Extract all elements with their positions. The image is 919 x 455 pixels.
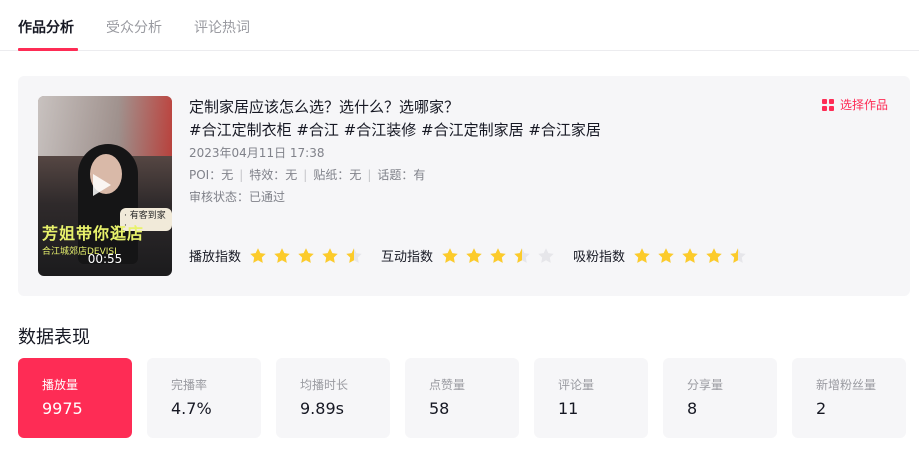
select-work-button[interactable]: 选择作品 — [821, 96, 888, 113]
tab-work-analysis[interactable]: 作品分析 — [18, 17, 74, 37]
star-full-icon — [658, 247, 674, 263]
metric-label: 评论量 — [558, 378, 595, 392]
metric-card-avg-duration[interactable]: 均播时长 9.89s — [276, 358, 390, 438]
metric-value: 11 — [558, 399, 579, 418]
metric-value: 58 — [429, 399, 450, 418]
metric-value: 9975 — [42, 399, 83, 418]
video-info: 定制家居应该怎么选？选什么？选哪家？ #合江定制衣柜 #合江 #合江装修 #合江… — [189, 96, 789, 204]
star-full-icon — [250, 247, 266, 263]
grid-icon — [821, 98, 834, 111]
rating-row: 播放指数 互动指数 吸粉指数 — [189, 246, 889, 268]
video-hashtags: #合江定制衣柜 #合江 #合江装修 #合江定制家居 #合江家居 — [189, 121, 601, 139]
fans-index-rating: 吸粉指数 — [573, 246, 753, 265]
video-attributes: POI：无 | 特效：无 | 贴纸：无 | 话题：有 — [189, 168, 426, 182]
star-rating — [249, 247, 369, 265]
metric-label: 点赞量 — [429, 378, 466, 392]
metric-label: 分享量 — [687, 378, 724, 392]
section-title: 数据表现 — [18, 327, 90, 348]
review-status: 审核状态：已通过 — [189, 190, 286, 204]
rating-label: 互动指数 — [381, 250, 434, 265]
metric-cards: 播放量 9975 完播率 4.7% 均播时长 9.89s 点赞量 58 评论量 … — [18, 358, 910, 438]
metric-label: 均播时长 — [300, 378, 349, 392]
star-full-icon — [466, 247, 482, 263]
publish-date: 2023年04月11日 17:38 — [189, 146, 325, 160]
cover-headline-text: 芳姐带你逛店 — [42, 224, 145, 243]
metric-card-shares[interactable]: 分享量 8 — [663, 358, 777, 438]
metric-card-new-fans[interactable]: 新增粉丝量 2 — [792, 358, 906, 438]
metric-card-comments[interactable]: 评论量 11 — [534, 358, 648, 438]
metric-value: 8 — [687, 399, 698, 418]
metric-value: 2 — [816, 399, 827, 418]
interaction-index-rating: 互动指数 — [381, 246, 561, 265]
metric-label: 播放量 — [42, 378, 79, 392]
star-full-icon — [322, 247, 338, 263]
video-duration: 00:55 — [87, 252, 123, 266]
rating-label: 吸粉指数 — [573, 250, 626, 265]
metric-card-likes[interactable]: 点赞量 58 — [405, 358, 519, 438]
star-full-icon — [274, 247, 290, 263]
star-full-icon — [706, 247, 722, 263]
star-half-icon — [514, 247, 530, 263]
tab-bar: 作品分析 受众分析 评论热词 — [0, 0, 919, 51]
star-half-icon — [346, 247, 362, 263]
star-full-icon — [682, 247, 698, 263]
star-full-icon — [634, 247, 650, 263]
topic-attr: 话题：有 — [377, 168, 426, 182]
play-index-rating: 播放指数 — [189, 246, 369, 265]
star-rating — [633, 247, 753, 265]
star-empty-icon — [538, 247, 554, 263]
metric-card-completion-rate[interactable]: 完播率 4.7% — [147, 358, 261, 438]
metric-card-plays[interactable]: 播放量 9975 — [18, 358, 132, 438]
tab-audience-analysis[interactable]: 受众分析 — [106, 17, 162, 37]
video-title: 定制家居应该怎么选？选什么？选哪家？ — [189, 98, 460, 116]
rating-label: 播放指数 — [189, 250, 242, 265]
metric-value: 9.89s — [300, 399, 344, 418]
star-full-icon — [442, 247, 458, 263]
tab-comment-hotwords[interactable]: 评论热词 — [194, 17, 250, 37]
video-cover[interactable]: · 有客到家 · 芳姐带你逛店 合江城郊店DEVISI 00:55 — [38, 96, 172, 276]
metric-label: 新增粉丝量 — [816, 378, 877, 392]
select-work-label: 选择作品 — [839, 98, 888, 112]
star-full-icon — [298, 247, 314, 263]
poi-attr: POI：无 — [189, 168, 234, 182]
active-tab-indicator — [18, 48, 78, 51]
star-full-icon — [490, 247, 506, 263]
star-half-icon — [730, 247, 746, 263]
play-icon[interactable] — [93, 174, 111, 196]
metric-value: 4.7% — [171, 399, 212, 418]
effect-attr: 特效：无 — [249, 168, 298, 182]
video-card: · 有客到家 · 芳姐带你逛店 合江城郊店DEVISI 00:55 定制家居应该… — [18, 76, 910, 296]
metric-label: 完播率 — [171, 378, 208, 392]
star-rating — [441, 247, 561, 265]
sticker-attr: 贴纸：无 — [313, 168, 362, 182]
